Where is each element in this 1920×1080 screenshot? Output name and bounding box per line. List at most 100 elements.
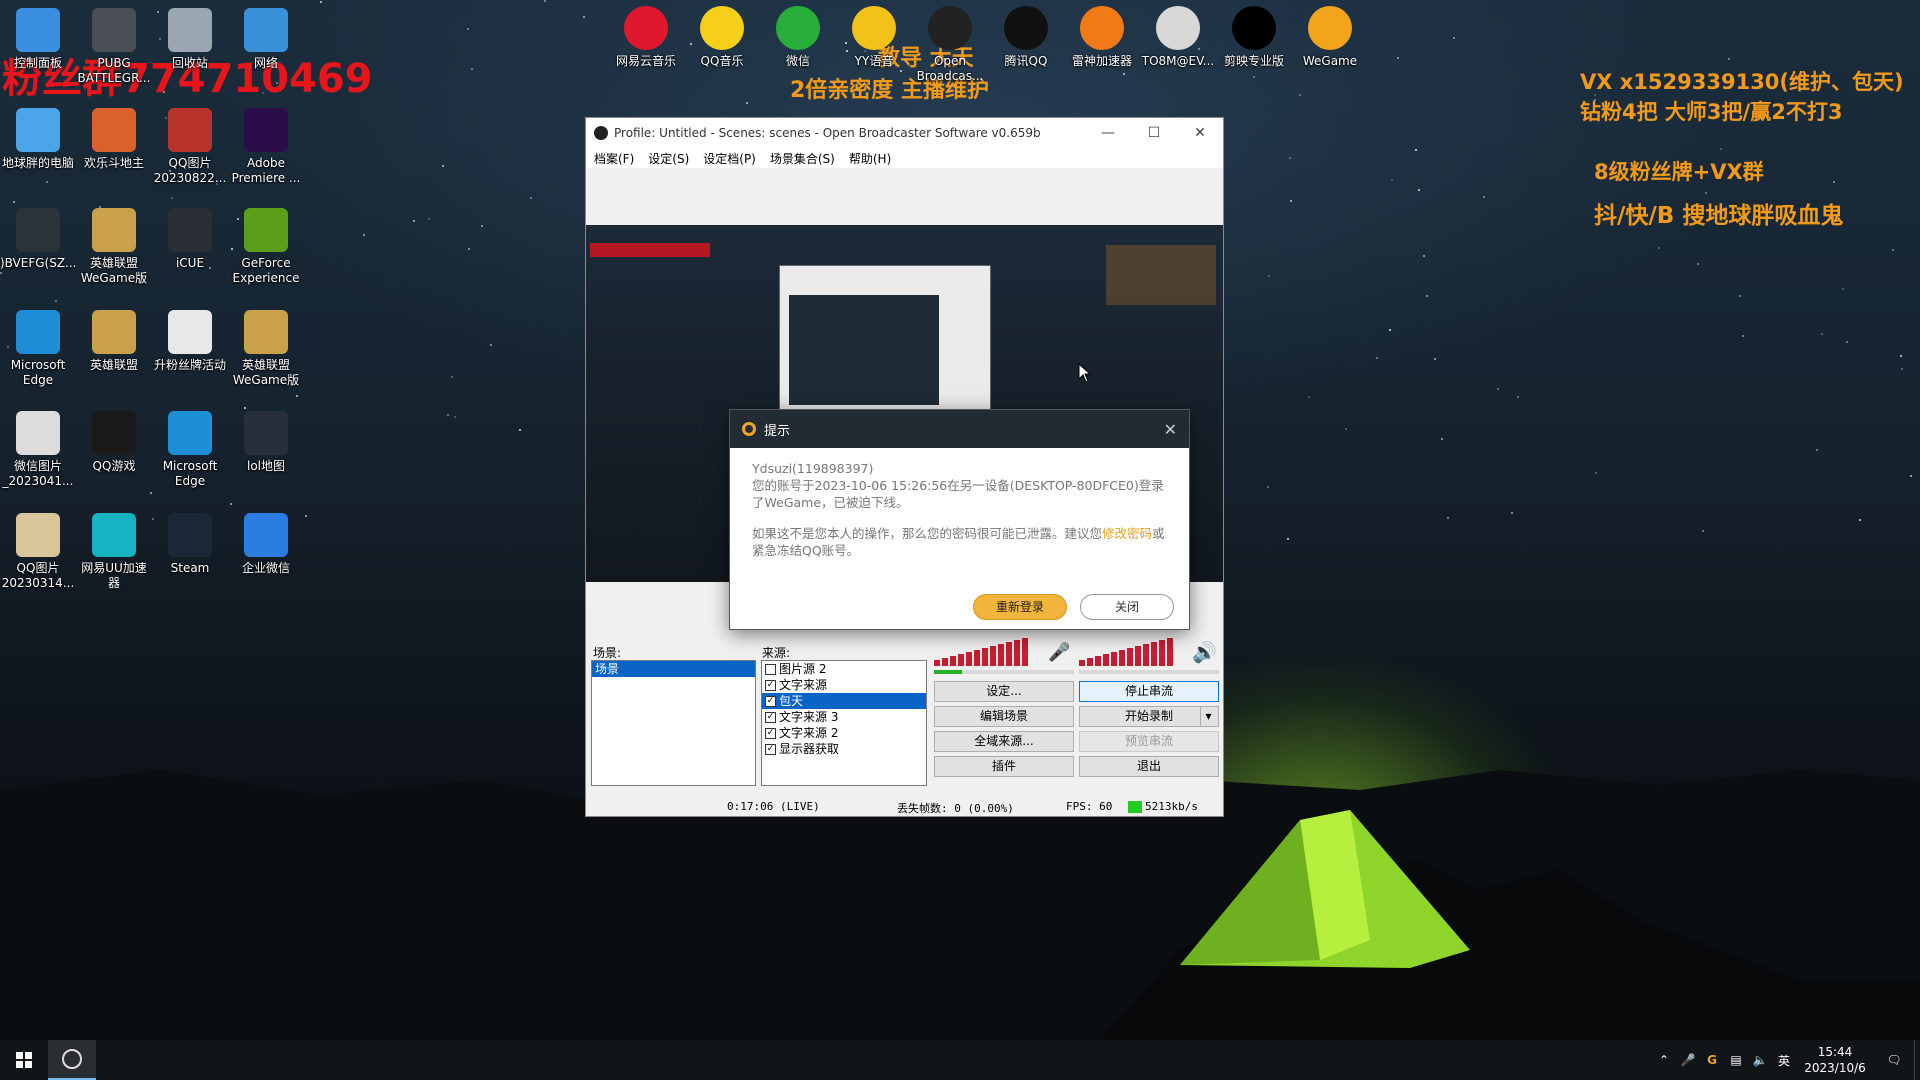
desktop-icon[interactable]: Open Broadcas...: [912, 2, 988, 84]
chevron-down-icon[interactable]: ▾: [1200, 707, 1216, 726]
stop-stream-button[interactable]: 停止串流: [1079, 681, 1219, 702]
star: [1910, 475, 1912, 477]
desktop-icon[interactable]: Steam: [152, 509, 228, 576]
source-item[interactable]: ✓ 显示器获取: [762, 741, 926, 757]
scenes-list[interactable]: 场景: [591, 660, 756, 786]
source-checkbox[interactable]: ✓: [765, 695, 776, 707]
source-checkbox[interactable]: ✓: [765, 711, 776, 723]
star: [1397, 57, 1399, 59]
desktop-icon[interactable]: 雷神加速器: [1064, 2, 1140, 69]
menu-profile[interactable]: 设定档(P): [703, 150, 756, 167]
desktop-icon[interactable]: QQ音乐: [684, 2, 760, 69]
desktop-icon-label: QQ音乐: [700, 54, 744, 68]
source-checkbox[interactable]: ✓: [765, 743, 776, 755]
desktop-icon[interactable]: lol地图: [228, 407, 304, 474]
global-sources-button[interactable]: 全域来源...: [934, 731, 1074, 752]
dropped-frames: 丢失帧数: 0 (0.00%): [897, 802, 1014, 815]
desktop-icon[interactable]: 英雄联盟 WeGame版: [76, 204, 152, 286]
wegame-logout-dialog[interactable]: 提示 ✕ Ydsuzi(119898397) 您的账号于2023-10-06 1…: [729, 409, 1190, 630]
volume-icon[interactable]: 🔈: [1748, 1053, 1772, 1067]
clock[interactable]: 15:44 2023/10/6: [1796, 1044, 1874, 1076]
menu-settings[interactable]: 设定(S): [648, 150, 689, 167]
close-icon[interactable]: ✕: [1177, 125, 1223, 141]
speaker-icon[interactable]: 🔊: [1192, 640, 1217, 664]
relogin-button[interactable]: 重新登录: [973, 594, 1067, 620]
desktop-icon[interactable]: PUBG BATTLEGR...: [76, 4, 152, 86]
desktop-icon[interactable]: 控制面板: [0, 4, 76, 71]
network-icon[interactable]: ▤: [1724, 1053, 1748, 1067]
source-item[interactable]: ✓ 文字来源 2: [762, 725, 926, 741]
desktop-icon[interactable]: Microsoft Edge: [0, 306, 76, 388]
star: [1497, 388, 1499, 390]
desktop-icon[interactable]: 腾讯QQ: [988, 2, 1064, 69]
source-item[interactable]: ✓ 文字来源: [762, 677, 926, 693]
desktop-icon[interactable]: 微信: [760, 2, 836, 69]
desktop-icon[interactable]: iCUE: [152, 204, 228, 271]
maximize-icon[interactable]: ☐: [1131, 125, 1177, 141]
obs-status-bar: 0:17:06 (LIVE) 丢失帧数: 0 (0.00%) FPS: 60 5…: [586, 798, 1223, 816]
desktop-icon[interactable]: 欢乐斗地主: [76, 104, 152, 171]
obs-title-text: Profile: Untitled - Scenes: scenes - Ope…: [614, 126, 1041, 140]
meter-bar: [1119, 650, 1125, 666]
desktop-icon[interactable]: QQ游戏: [76, 407, 152, 474]
menu-help[interactable]: 帮助(H): [849, 150, 891, 167]
close-icon[interactable]: ✕: [1164, 420, 1177, 439]
desktop-icon[interactable]: 升粉丝牌活动: [152, 306, 228, 373]
mic-volume-meter[interactable]: [934, 638, 1028, 666]
desktop-icon[interactable]: TO8M@EV...: [1140, 2, 1216, 69]
source-checkbox[interactable]: ✓: [765, 727, 776, 739]
desktop-icon[interactable]: Microsoft Edge: [152, 407, 228, 489]
edit-scene-button[interactable]: 编辑场景: [934, 706, 1074, 727]
desktop-icon[interactable]: 网络: [228, 4, 304, 71]
show-desktop-button[interactable]: [1914, 1040, 1920, 1080]
sources-list[interactable]: 图片源 2 ✓ 文字来源 ✓ 包天 ✓ 文字来源 3 ✓ 文字来源 2 ✓ 显示器获取: [761, 660, 927, 786]
star: [1299, 94, 1301, 96]
desktop-icon[interactable]: 网易UU加速器: [76, 509, 152, 591]
desktop-icon[interactable]: 网易云音乐: [608, 2, 684, 69]
source-checkbox[interactable]: ✓: [765, 679, 776, 691]
source-checkbox[interactable]: [765, 663, 776, 675]
desktop-icon[interactable]: 英雄联盟 WeGame版: [228, 306, 304, 388]
scene-item[interactable]: 场景: [592, 661, 755, 677]
source-item[interactable]: ✓ 文字来源 3: [762, 709, 926, 725]
windows-start-icon[interactable]: [0, 1040, 48, 1080]
plugins-button[interactable]: 插件: [934, 756, 1074, 777]
desktop-icon[interactable]: YY语音: [836, 2, 912, 69]
preview-stream-button[interactable]: 预览串流: [1079, 731, 1219, 752]
source-item[interactable]: 图片源 2: [762, 661, 926, 677]
desktop-icon[interactable]: GeForce Experience: [228, 204, 304, 286]
source-item[interactable]: ✓ 包天: [762, 693, 926, 709]
desktop-volume-meter[interactable]: [1079, 638, 1173, 666]
exit-button[interactable]: 退出: [1079, 756, 1219, 777]
microphone-icon[interactable]: 🎤: [1048, 642, 1070, 663]
meter-bar: [1135, 646, 1141, 666]
desktop-icon[interactable]: 微信图片 _2023041...: [0, 407, 76, 489]
change-password-link[interactable]: 修改密码: [1102, 526, 1152, 541]
chevron-up-icon[interactable]: ⌃: [1652, 1053, 1676, 1067]
desktop-icon[interactable]: 回收站: [152, 4, 228, 71]
dialog-header[interactable]: 提示 ✕: [730, 410, 1189, 448]
desktop-icon[interactable]: WeGame: [1292, 2, 1368, 69]
desktop-icon[interactable]: 企业微信: [228, 509, 304, 576]
obs-title-bar[interactable]: Profile: Untitled - Scenes: scenes - Ope…: [586, 118, 1223, 148]
meter-bar: [1022, 638, 1028, 666]
ime-indicator[interactable]: 英: [1772, 1052, 1796, 1069]
desktop-icon[interactable]: )BVEFG(SZ...: [0, 204, 77, 271]
start-record-button[interactable]: 开始录制 ▾: [1079, 706, 1219, 727]
microphone-icon[interactable]: 🎤: [1676, 1053, 1700, 1067]
menu-scene-collection[interactable]: 场景集合(S): [770, 150, 835, 167]
close-dialog-button[interactable]: 关闭: [1080, 594, 1174, 620]
minimize-icon[interactable]: —: [1085, 125, 1131, 141]
desktop-icon[interactable]: 剪映专业版: [1216, 2, 1292, 69]
desktop-icon[interactable]: QQ图片 20230822...: [152, 104, 228, 186]
menu-file[interactable]: 档案(F): [594, 150, 634, 167]
desktop-icon[interactable]: Adobe Premiere ...: [228, 104, 304, 186]
taskbar-obs-icon[interactable]: [48, 1040, 96, 1080]
screenshot-file-icon: [16, 208, 60, 252]
desktop-icon[interactable]: QQ图片 20230314...: [0, 509, 76, 591]
settings-button[interactable]: 设定...: [934, 681, 1074, 702]
desktop-icon[interactable]: 英雄联盟: [76, 306, 152, 373]
notification-icon[interactable]: 🗨: [1874, 1053, 1914, 1067]
wegame-tray-icon[interactable]: G: [1700, 1053, 1724, 1067]
desktop-icon[interactable]: 地球胖的电脑: [0, 104, 76, 171]
